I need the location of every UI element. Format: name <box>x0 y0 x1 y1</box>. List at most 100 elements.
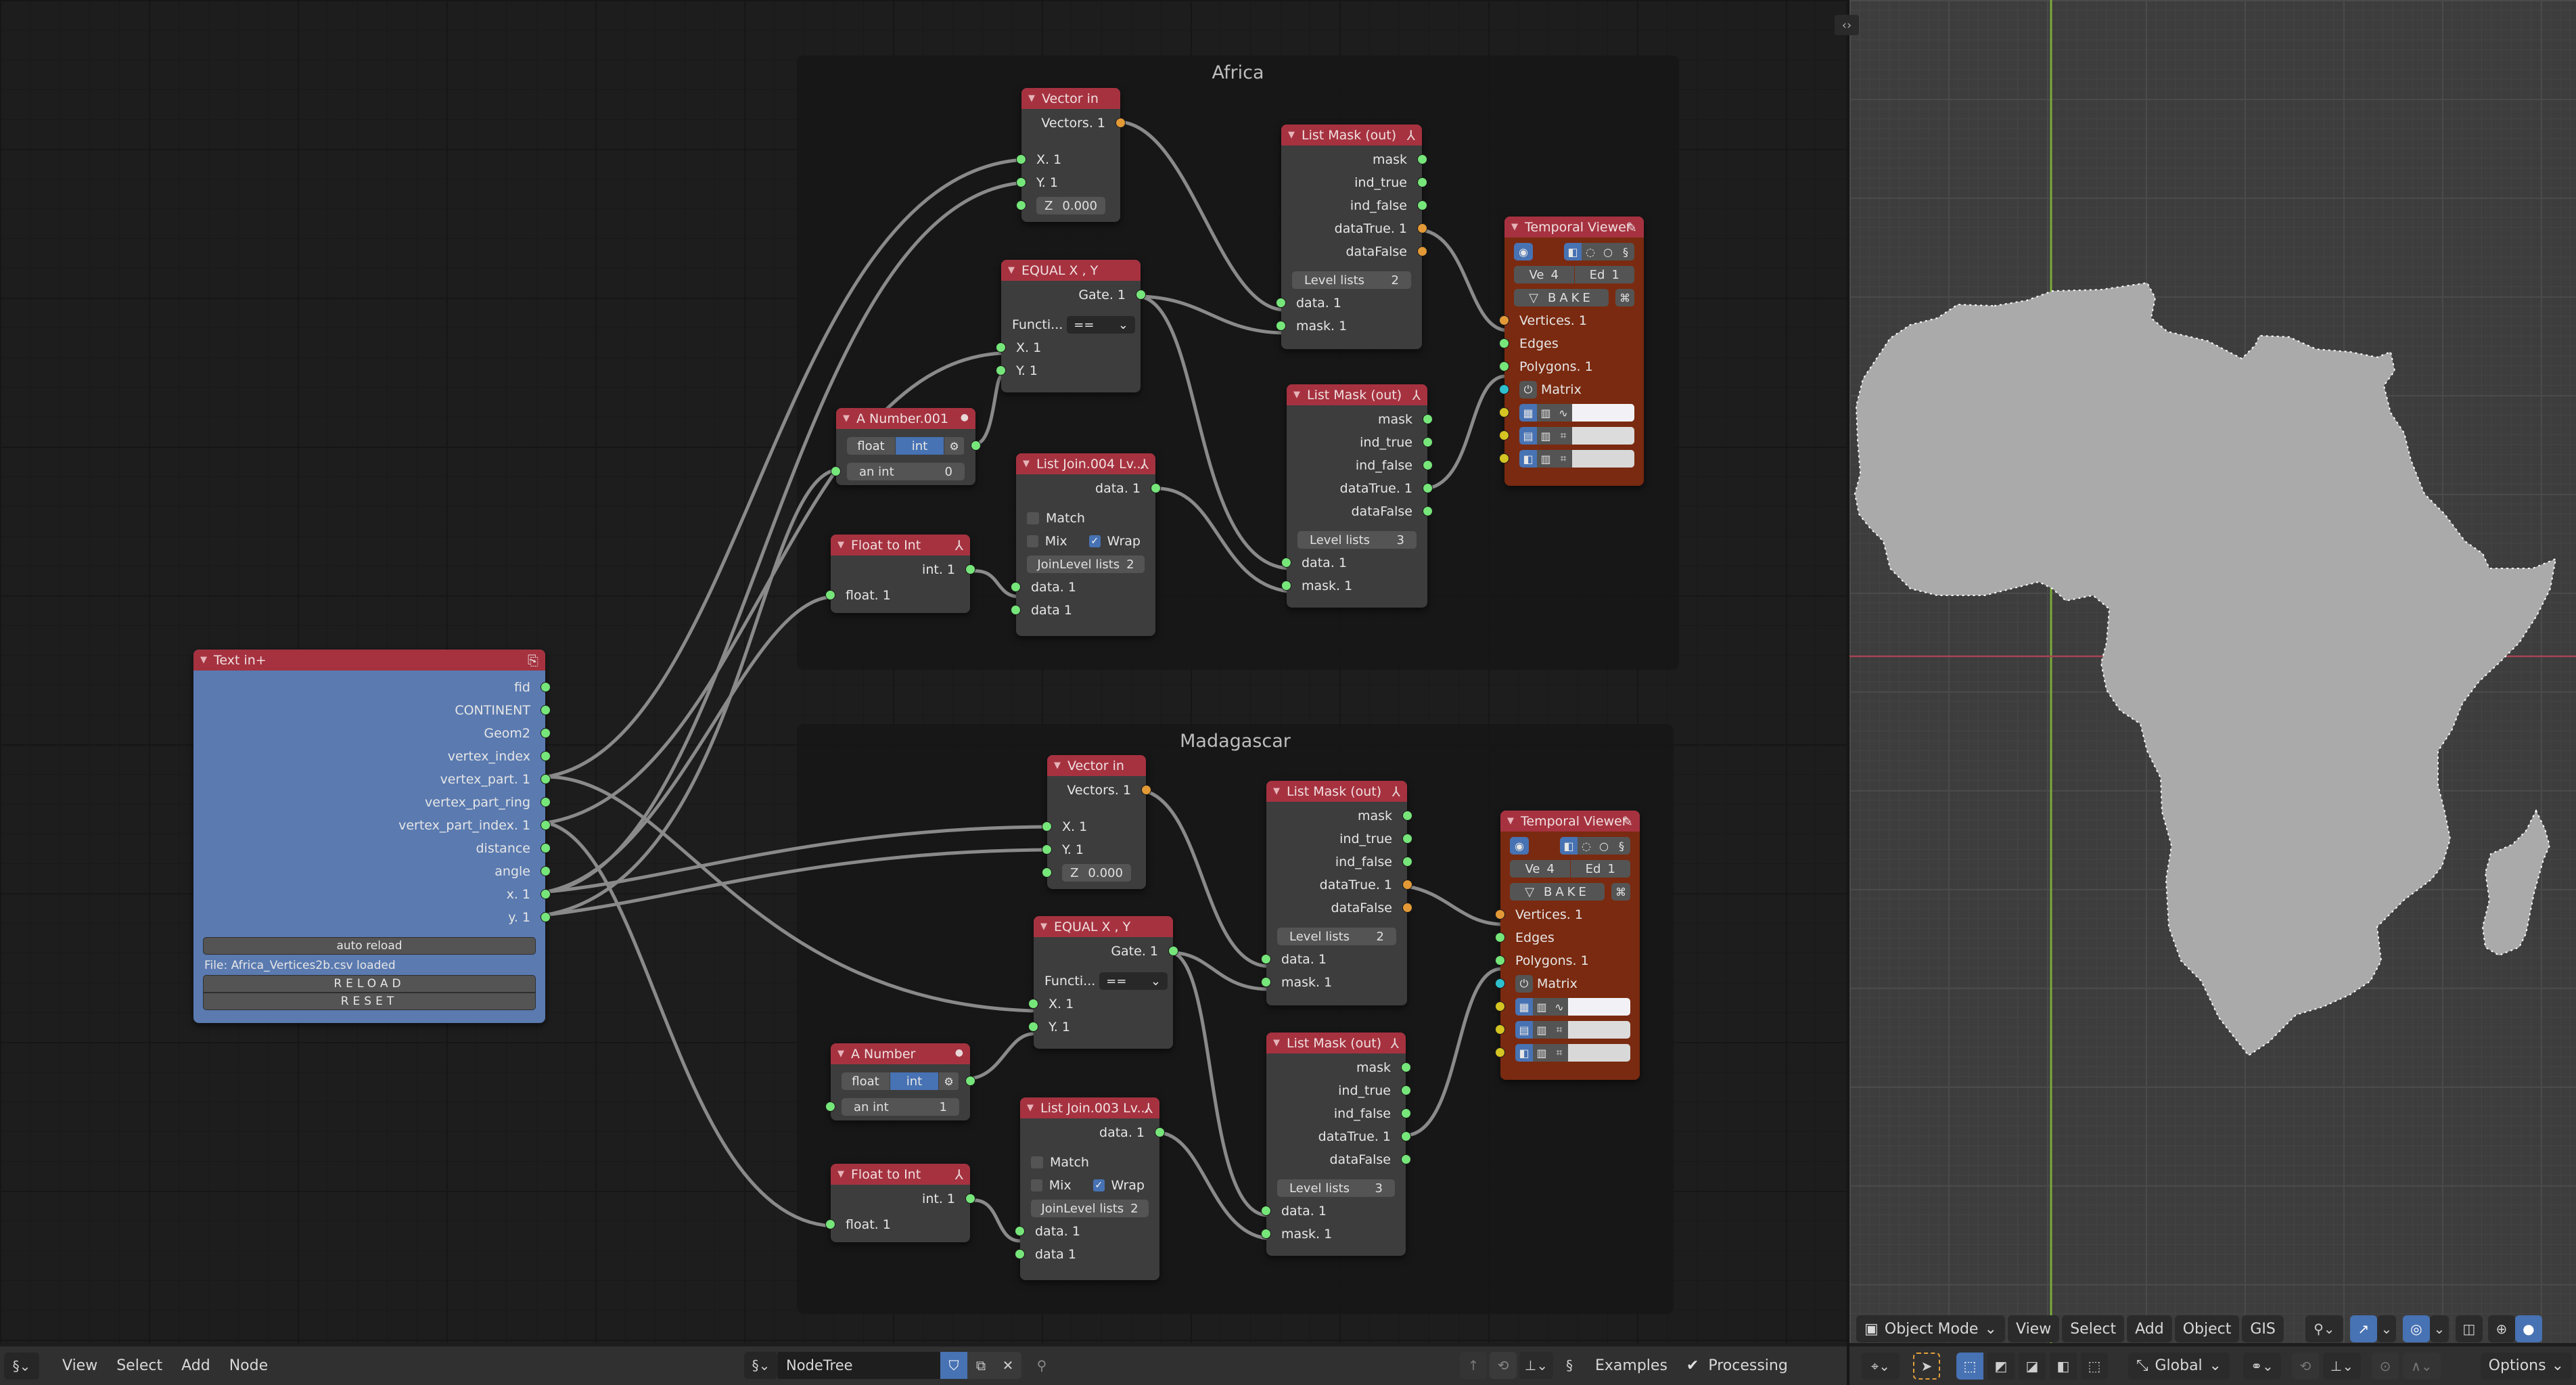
output-socket[interactable] <box>1423 506 1433 516</box>
xray-toggle-icon[interactable]: ◫ <box>2455 1315 2483 1342</box>
node-header[interactable]: ▼ EQUAL X , Y <box>1034 916 1173 937</box>
input-socket[interactable] <box>1261 1206 1271 1216</box>
output-socket[interactable] <box>1423 437 1433 447</box>
select-mode-subtract-icon[interactable]: ◪ <box>2019 1352 2046 1380</box>
editor-type-button[interactable]: §⌄ <box>4 1352 39 1380</box>
node-list-mask[interactable]: ▼ List Mask (out) ⅄ mask ind_true ind_fals… <box>1281 384 1433 608</box>
output-socket[interactable] <box>971 440 981 451</box>
output-socket[interactable] <box>965 564 975 574</box>
number-mode-toggle[interactable]: float int ⚙ <box>847 437 965 455</box>
collapse-icon[interactable]: ▼ <box>837 1169 844 1179</box>
input-socket[interactable] <box>1261 977 1271 987</box>
output-socket[interactable] <box>540 866 551 876</box>
random-icon[interactable]: ∿ <box>1555 404 1572 422</box>
an-int-field[interactable]: an int 1 <box>842 1098 959 1116</box>
node-editor-canvas[interactable]: Africa Madagascar ▼ Text in+ ⎘ fid CONTI… <box>0 0 1849 1343</box>
random-icon[interactable]: ∿ <box>1550 998 1568 1016</box>
vertex-color-swatch[interactable] <box>1572 404 1634 422</box>
output-socket[interactable] <box>1402 903 1412 913</box>
auto-reload-toggle[interactable]: auto reload <box>203 937 536 955</box>
join-level-field[interactable]: JoinLevel lists 2 <box>1027 555 1145 573</box>
input-socket[interactable] <box>1261 954 1271 964</box>
input-socket[interactable] <box>1276 298 1286 308</box>
edge-mode-icon[interactable]: ▤ <box>1519 427 1537 445</box>
collapse-icon[interactable]: ▼ <box>200 655 207 665</box>
python-icon[interactable]: § <box>1613 837 1630 855</box>
output-socket[interactable] <box>540 820 551 830</box>
vertex-mode-icon[interactable]: ▦ <box>1519 404 1537 422</box>
circle-display-icon[interactable]: ○ <box>1595 837 1613 855</box>
input-socket[interactable] <box>1495 978 1505 989</box>
int-option[interactable]: int <box>890 1072 939 1090</box>
mesh-display-icon[interactable]: ◧ <box>1564 243 1582 260</box>
input-socket[interactable] <box>825 590 835 600</box>
input-socket[interactable] <box>1495 1001 1505 1012</box>
input-socket[interactable] <box>1281 558 1291 568</box>
output-socket[interactable] <box>1401 1108 1411 1118</box>
node-header[interactable]: ▼ EQUAL X , Y <box>1001 260 1141 281</box>
vertex-display-icon[interactable]: ◌ <box>1582 243 1599 260</box>
object-mode-dropdown[interactable]: ▣ Object Mode ⌄ <box>1856 1315 2005 1342</box>
edge-graph-icon[interactable]: ⌗ <box>1550 1021 1568 1039</box>
pin-icon[interactable]: ⚲ <box>1028 1352 1055 1379</box>
float-option[interactable]: float <box>847 437 896 455</box>
gizmo-dropdown[interactable]: ⌄ <box>2376 1315 2396 1342</box>
output-socket[interactable] <box>540 751 551 761</box>
mix-checkbox[interactable] <box>1031 1179 1042 1191</box>
output-socket[interactable] <box>1141 785 1151 795</box>
float-option[interactable]: float <box>842 1072 890 1090</box>
input-socket[interactable] <box>1015 1249 1025 1259</box>
node-header[interactable]: ▼ List Join.003 Lv... ⅄ <box>1020 1097 1159 1118</box>
input-socket[interactable] <box>1499 361 1509 371</box>
input-socket[interactable] <box>1499 407 1509 417</box>
output-socket[interactable] <box>540 797 551 807</box>
input-socket[interactable] <box>996 365 1006 376</box>
snap-toggle-icon[interactable]: ⟲ <box>2292 1352 2319 1380</box>
output-socket[interactable] <box>540 774 551 784</box>
node-list-mask[interactable]: ▼ List Mask (out) ⅄ mask ind_true ind_fals… <box>1261 781 1412 1005</box>
palette-icon[interactable]: ▥ <box>1537 404 1555 422</box>
level-lists-field[interactable]: Level lists 2 <box>1292 271 1411 289</box>
input-socket[interactable] <box>1042 867 1052 878</box>
function-dropdown[interactable]: == ⌄ <box>1067 316 1135 334</box>
input-socket[interactable] <box>831 466 841 476</box>
input-socket[interactable] <box>1281 581 1291 591</box>
python-icon[interactable]: § <box>1617 243 1634 260</box>
vertex-count-field[interactable]: Ve 4 <box>1514 266 1574 283</box>
output-socket[interactable] <box>965 1076 975 1086</box>
select-mode-extend-icon[interactable]: ◩ <box>1987 1352 2015 1380</box>
input-socket[interactable] <box>1016 200 1026 210</box>
wireframe-shading-icon[interactable]: ⊕ <box>2487 1315 2515 1342</box>
collapse-icon[interactable]: ▼ <box>837 1049 844 1059</box>
input-socket[interactable] <box>996 342 1006 353</box>
face-graph-icon[interactable]: ⌗ <box>1550 1044 1568 1062</box>
output-socket[interactable] <box>1116 118 1126 128</box>
snap-icon[interactable]: ⟲ <box>1490 1352 1517 1379</box>
overlay-dropdown[interactable]: ⌄ <box>2429 1315 2449 1342</box>
options-dropdown[interactable]: Options ⌄ <box>2480 1352 2572 1380</box>
output-socket[interactable] <box>1417 200 1427 210</box>
face-graph-icon[interactable]: ⌗ <box>1555 450 1572 468</box>
input-socket[interactable] <box>1495 909 1505 919</box>
input-socket[interactable] <box>1042 844 1052 855</box>
input-socket[interactable] <box>1261 1229 1271 1239</box>
snap-element-icon[interactable]: ⊥⌄ <box>1519 1352 1553 1379</box>
input-socket[interactable] <box>1028 999 1038 1009</box>
input-socket[interactable] <box>1016 154 1026 164</box>
level-lists-field[interactable]: Level lists 3 <box>1297 531 1417 549</box>
node-vector-in[interactable]: ▼ Vector in Vectors. 1 X. 1 Y. 1 Z 0.000 <box>1042 755 1151 889</box>
select-mode-invert-icon[interactable]: ◧ <box>2050 1352 2077 1380</box>
collapse-icon[interactable]: ▼ <box>1288 130 1295 140</box>
z-field[interactable]: Z 0.000 <box>1062 864 1131 882</box>
bake-button[interactable]: ▽ BAKE <box>1514 289 1609 306</box>
edge-count-field[interactable]: Ed 1 <box>1574 266 1634 283</box>
plug-icon[interactable]: ⏻ <box>1515 975 1533 993</box>
output-socket[interactable] <box>540 728 551 738</box>
output-socket[interactable] <box>1423 414 1433 424</box>
gears-icon[interactable]: ⚙ <box>944 437 965 455</box>
output-socket[interactable] <box>540 889 551 899</box>
collapse-icon[interactable]: ▼ <box>843 413 850 424</box>
node-list-join[interactable]: ▼ List Join.004 Lv... ⅄ data. 1 Match Mix ✓… <box>1011 453 1161 636</box>
vertex-mode-icon[interactable]: ▦ <box>1515 998 1533 1016</box>
node-header[interactable]: ▼ List Mask (out) ⅄ <box>1281 124 1422 145</box>
